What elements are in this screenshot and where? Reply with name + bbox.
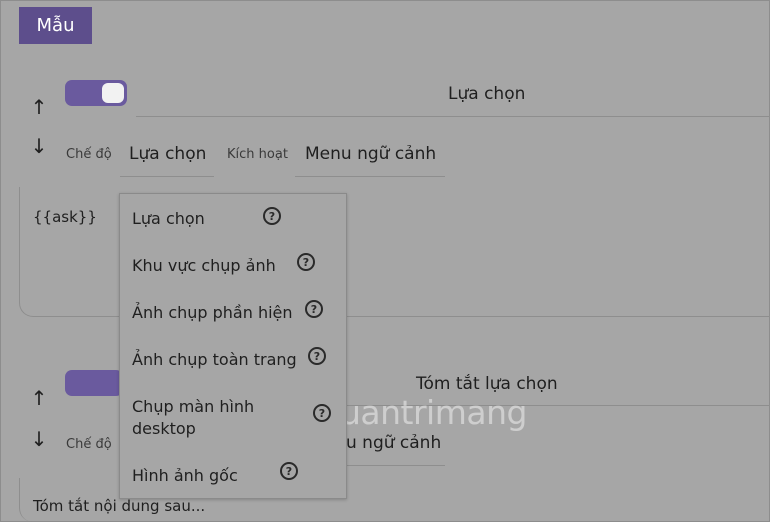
menu-item-original-image[interactable]: Hình ảnh gốc [132, 465, 238, 487]
template-title-field[interactable]: Lựa chọn [448, 84, 525, 104]
help-icon[interactable]: ? [305, 300, 323, 318]
watermark-text: uantrimang [340, 393, 527, 432]
enable-toggle[interactable] [65, 80, 127, 106]
move-up-button-2[interactable]: ↑ [27, 386, 51, 410]
menu-item-desktop-line2: desktop [132, 419, 196, 438]
mode-select[interactable]: Lựa chọn [129, 144, 206, 164]
menu-item-desktop-capture[interactable]: Chụp màn hình desktop [132, 396, 254, 440]
template-title-field-2[interactable]: Tóm tắt lựa chọn [416, 374, 558, 394]
trigger-select[interactable]: Menu ngữ cảnh [305, 144, 436, 164]
move-down-button[interactable]: ↓ [27, 134, 51, 158]
help-icon[interactable]: ? [263, 207, 281, 225]
toggle-knob [102, 83, 124, 103]
template-header-badge: Mẫu [19, 7, 92, 44]
move-up-button[interactable]: ↑ [27, 95, 51, 119]
title-underline [136, 116, 770, 117]
menu-item-area-capture[interactable]: Khu vực chụp ảnh [132, 255, 276, 277]
trigger-underline [295, 176, 445, 177]
mode-label-2: Chế độ [66, 437, 112, 452]
menu-item-selection[interactable]: Lựa chọn [132, 208, 205, 230]
help-icon[interactable]: ? [308, 347, 326, 365]
help-icon[interactable]: ? [297, 253, 315, 271]
menu-item-desktop-line1: Chụp màn hình [132, 397, 255, 416]
mode-dropdown-menu: Lựa chọn ? Khu vực chụp ảnh ? Ảnh chụp p… [119, 193, 347, 499]
menu-item-full-page-capture[interactable]: Ảnh chụp toàn trang [132, 349, 297, 371]
help-icon[interactable]: ? [280, 462, 298, 480]
trigger-select-2[interactable]: u ngữ cảnh [346, 433, 441, 453]
mode-label: Chế độ [66, 147, 112, 162]
trigger-underline-2 [346, 465, 445, 466]
move-down-button-2[interactable]: ↓ [27, 427, 51, 451]
prompt-text[interactable]: {{ask}} [33, 208, 97, 226]
enable-toggle-2[interactable] [65, 370, 123, 396]
mode-underline [120, 176, 214, 177]
prompt-text-2[interactable]: Tóm tắt nội dung sau... [33, 497, 205, 515]
menu-item-visible-capture[interactable]: Ảnh chụp phần hiện [132, 302, 293, 324]
help-icon[interactable]: ? [313, 404, 331, 422]
trigger-label: Kích hoạt [227, 147, 288, 162]
